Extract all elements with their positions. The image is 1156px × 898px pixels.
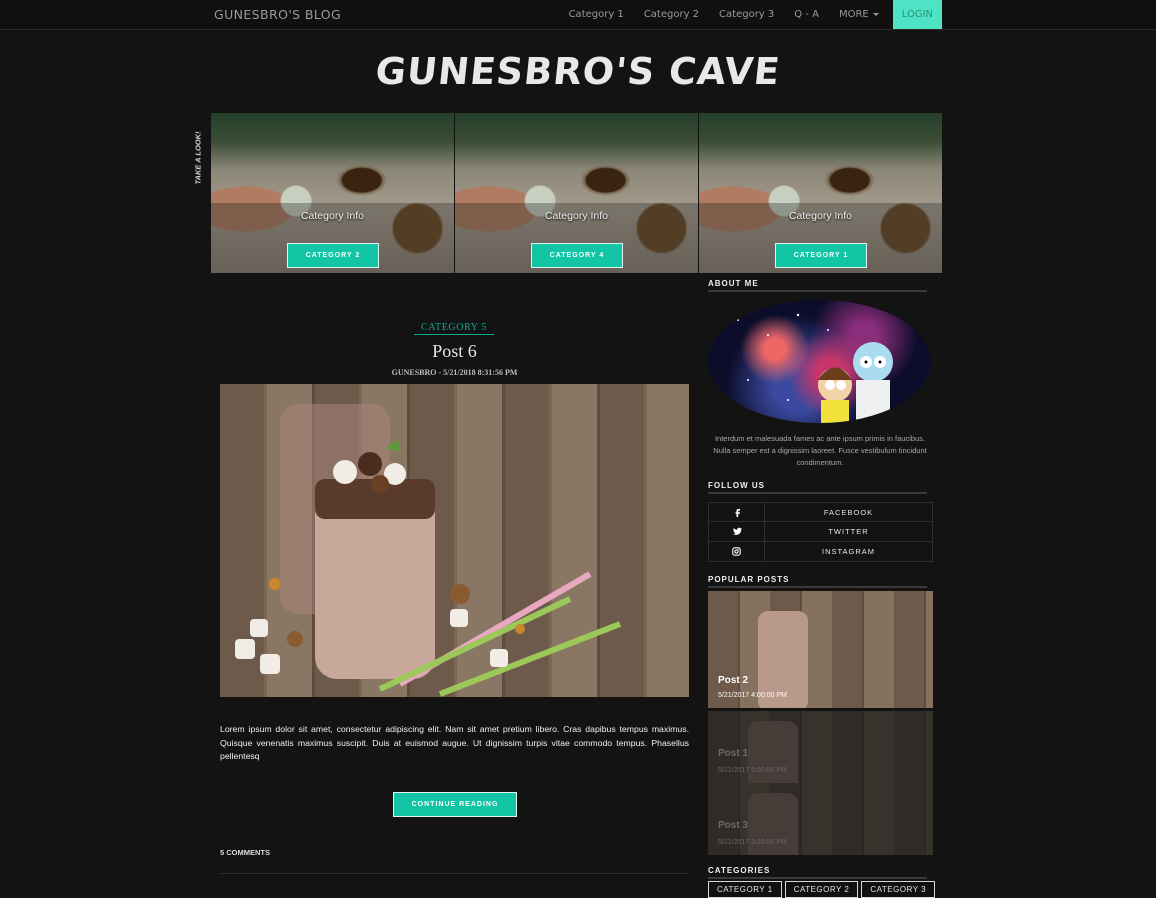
- post-excerpt: Lorem ipsum dolor sit amet, consectetur …: [220, 724, 689, 761]
- popular-post-item[interactable]: Post 2 5/21/2017 4:00:00 PM: [708, 591, 933, 708]
- about-me-heading: ABOUT ME: [708, 279, 927, 292]
- popular-post-title: Post 3: [718, 820, 749, 831]
- nav-item-qa[interactable]: Q - A: [784, 0, 829, 29]
- caret-down-icon: [872, 13, 879, 16]
- popular-posts-heading: POPULAR POSTS: [708, 575, 927, 588]
- category-tag[interactable]: CATEGORY 1: [708, 881, 782, 898]
- slide-category-button[interactable]: CATEGORY 1: [775, 243, 867, 268]
- about-me-image: [708, 300, 931, 423]
- categories-heading: CATEGORIES: [708, 866, 927, 879]
- social-link-instagram[interactable]: INSTAGRAM: [708, 542, 933, 562]
- social-link-facebook[interactable]: FACEBOOK: [708, 502, 933, 522]
- comments-link[interactable]: 5 COMMENTS: [220, 848, 270, 857]
- slide-category-info: Category Info: [544, 210, 609, 222]
- social-links: FACEBOOK TWITTER INSTAGRAM: [708, 502, 933, 562]
- instagram-icon: [709, 542, 765, 561]
- nav-item-more[interactable]: MORE: [829, 0, 889, 29]
- top-navbar: GUNESBRO'S BLOG Category 1 Category 2 Ca…: [0, 0, 1156, 30]
- carousel-side-label: TAKE A LOOK!: [190, 128, 206, 188]
- post-title[interactable]: Post 6: [220, 341, 689, 362]
- popular-post-item[interactable]: Post 1 5/21/2017 5:00:00 PM: [708, 711, 933, 783]
- carousel-slide[interactable]: Category Info CATEGORY 4: [455, 113, 698, 273]
- site-title: GUNESBRO'S CAVE: [373, 50, 783, 93]
- galaxy-cartoon-illustration: [737, 313, 893, 423]
- popular-post-item[interactable]: Post 3 5/21/2017 3:20:00 PM: [708, 783, 933, 855]
- take-a-look-text: TAKE A LOOK!: [193, 131, 203, 185]
- category-tags: CATEGORY 1 CATEGORY 2 CATEGORY 3: [708, 881, 936, 898]
- nav-item-category-2[interactable]: Category 2: [634, 0, 709, 29]
- social-label: FACEBOOK: [823, 507, 874, 517]
- carousel-slide[interactable]: Category Info CATEGORY 2: [211, 113, 454, 273]
- carousel-slide[interactable]: Category Info CATEGORY 1: [699, 113, 942, 273]
- nav-menu: Category 1 Category 2 Category 3 Q - A M…: [559, 0, 942, 29]
- continue-reading-button[interactable]: CONTINUE READING: [393, 792, 517, 817]
- login-button[interactable]: LOGIN: [892, 0, 942, 29]
- social-label: INSTAGRAM: [821, 547, 876, 556]
- about-me-text: Interdum et malesuada fames ac ante ipsu…: [713, 434, 927, 467]
- popular-post-title: Post 2: [718, 675, 749, 686]
- slide-category-button[interactable]: CATEGORY 2: [287, 243, 379, 268]
- category-tag[interactable]: CATEGORY 3: [861, 881, 936, 898]
- post-featured-image[interactable]: [220, 384, 689, 697]
- social-link-twitter[interactable]: TWITTER: [708, 522, 933, 542]
- post-category-link[interactable]: CATEGORY 5: [414, 322, 494, 335]
- slide-category-info: Category Info: [300, 210, 365, 222]
- slide-category-info: Category Info: [788, 210, 853, 222]
- nav-item-category-3[interactable]: Category 3: [709, 0, 784, 29]
- nav-item-category-1[interactable]: Category 1: [559, 0, 634, 29]
- popular-post-date: 5/21/2017 5:00:00 PM: [718, 767, 787, 774]
- popular-post-title: Post 1: [718, 748, 749, 759]
- post-meta: GUNESBRO - 5/21/2018 8:31:56 PM: [391, 368, 518, 377]
- category-carousel: Category Info CATEGORY 2 Category Info C…: [211, 113, 942, 273]
- twitter-icon: [709, 522, 765, 541]
- facebook-icon: [709, 503, 765, 521]
- slide-category-button[interactable]: CATEGORY 4: [531, 243, 623, 268]
- post-divider: [220, 873, 689, 874]
- popular-post-date: 5/21/2017 3:20:00 PM: [718, 839, 787, 846]
- more-label: MORE: [838, 9, 869, 20]
- brand-link[interactable]: GUNESBRO'S BLOG: [214, 7, 341, 22]
- social-label: TWITTER: [828, 527, 869, 536]
- milkshake-illustration: [235, 404, 622, 697]
- popular-post-date: 5/21/2017 4:00:00 PM: [718, 692, 787, 699]
- category-tag[interactable]: CATEGORY 2: [784, 881, 859, 898]
- follow-us-heading: FOLLOW US: [708, 481, 927, 494]
